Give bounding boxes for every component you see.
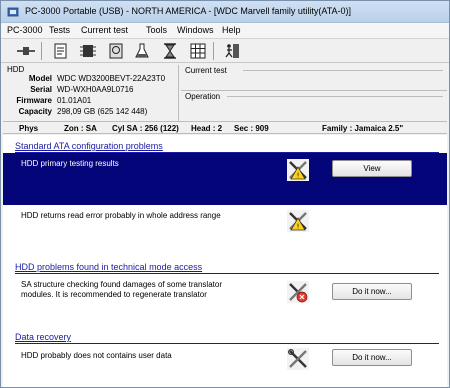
menu-windows[interactable]: Windows [177,25,214,35]
app-icon [7,7,19,17]
section-title-recovery: Data recovery [15,332,72,342]
hdd-icon[interactable] [105,41,127,61]
grid-icon[interactable] [187,41,209,61]
cyl-value: Cyl SA : 256 (122) [112,124,179,133]
item-primary-results-text: HDD primary testing results [21,159,119,168]
title-bar[interactable]: PC-3000 Portable (USB) - NORTH AMERICA -… [1,1,449,23]
hdd-group: HDD Model WDC WD3200BEVT-22A23T0 Serial … [3,65,179,121]
view-button[interactable]: View [332,160,412,177]
menu-current-test[interactable]: Current test [81,25,128,35]
toolbar-separator [213,42,214,60]
capacity-label: Capacity [18,107,52,116]
model-label: Model [28,74,52,83]
info-panel: HDD Model WDC WD3200BEVT-22A23T0 Serial … [3,65,447,121]
serial-value: WD-WXH0AA9L0716 [57,85,134,94]
item-read-error-text: HDD returns read error probably in whole… [21,211,221,220]
warning-tools-icon: ! [287,210,309,232]
window-title: PC-3000 Portable (USB) - NORTH AMERICA -… [25,6,352,16]
menu-help[interactable]: Help [222,25,241,35]
current-test-title: Current test [185,66,227,75]
serial-label: Serial [30,85,52,94]
chip-icon[interactable] [77,41,99,61]
recover-data-button[interactable]: Do it now... [332,349,412,366]
section-title-technical: HDD problems found in technical mode acc… [15,262,203,272]
operation-title: Operation [185,92,221,101]
app-window: PC-3000 Portable (USB) - NORTH AMERICA -… [0,0,450,388]
exit-icon[interactable] [221,41,243,61]
menu-tools[interactable]: Tools [146,25,167,35]
sec-value: Sec : 909 [234,124,269,133]
operation-group: Operation [181,92,447,121]
svg-text:!: ! [297,172,300,180]
capacity-value: 298,09 GB (625 142 448) [57,107,148,116]
item-user-data-text: HDD probably does not contains user data [21,351,172,360]
section-title-ata: Standard ATA configuration problems [15,141,163,151]
menu-pc3000[interactable]: PC-3000 [7,25,43,35]
item-translator-text-line1: SA structure checking found damages of s… [21,280,222,289]
group-divider [227,96,443,97]
toolbar [1,39,449,63]
menu-tests[interactable]: Tests [49,25,70,35]
toolbar-separator [41,42,42,60]
model-value: WDC WD3200BEVT-22A23T0 [57,74,166,83]
firmware-label: Firmware [16,96,52,105]
results-panel: Standard ATA configuration problems HDD … [3,135,447,387]
family-value: Family : Jamaica 2.5" [322,124,404,133]
warning-tools-icon: ! [287,159,309,181]
regenerate-translator-button[interactable]: Do it now... [332,283,412,300]
zone-value: Zon : SA [64,124,97,133]
flask-icon[interactable] [131,41,153,61]
hdd-group-title: HDD [7,65,25,74]
menu-bar: PC-3000 Tests Current test Tools Windows… [1,23,449,39]
scroll-icon[interactable] [49,41,71,61]
section-divider [15,343,439,344]
error-tools-icon [287,281,309,303]
hourglass-icon[interactable] [159,41,181,61]
group-divider [243,70,443,71]
firmware-value: 01.01A01 [57,96,92,105]
current-test-group: Current test [181,65,447,91]
svg-text:!: ! [297,223,300,231]
connect-icon[interactable] [15,41,37,61]
head-value: Head : 2 [191,124,223,133]
phys-label: Phys [19,124,39,133]
tools-icon [287,348,309,370]
item-translator-text-line2: modules. It is recommended to regenerate… [21,290,207,299]
section-divider [15,273,439,274]
position-status-bar: Phys Zon : SA Cyl SA : 256 (122) Head : … [3,121,447,134]
